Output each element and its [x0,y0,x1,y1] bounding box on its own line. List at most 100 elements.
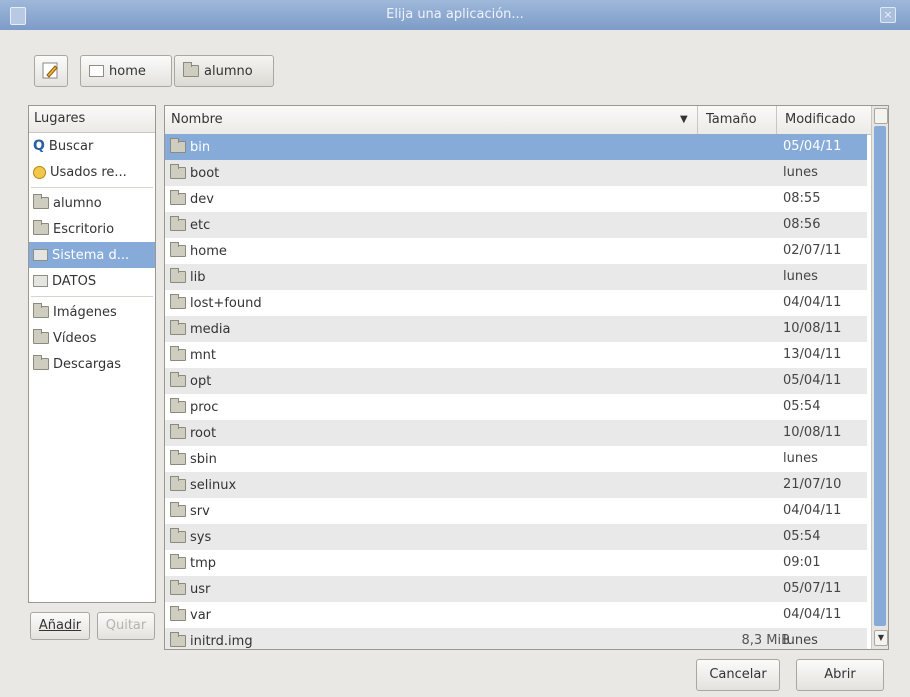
scroll-down-icon[interactable]: ▼ [874,630,888,646]
file-row[interactable]: boot lunes [165,160,867,186]
file-modified: 08:55 [783,191,821,206]
folder-icon [33,194,49,209]
places-separator [31,187,153,188]
places-panel: Lugares Q Buscar Usados re... alumno Escrito… [28,105,156,603]
cancel-button[interactable]: Cancelar [696,659,780,691]
file-name: tmp [190,555,217,571]
file-row[interactable]: selinux 21/07/10 [165,472,867,498]
file-modified: 09:01 [783,555,821,570]
folder-icon [170,476,186,491]
file-row[interactable]: proc 05:54 [165,394,867,420]
scroll-up-icon[interactable] [874,108,888,124]
scrollbar-thumb[interactable] [874,126,886,626]
file-modified: 05/04/11 [783,139,842,154]
title-bar: Elija una aplicación... × [0,0,910,30]
close-icon[interactable]: × [880,7,896,23]
sidebar-item-label: DATOS [52,273,97,289]
file-modified: 10/08/11 [783,321,842,336]
file-modified: 13/04/11 [783,347,842,362]
folder-icon [170,554,186,569]
file-row[interactable]: sbin lunes [165,446,867,472]
file-row[interactable]: root 10/08/11 [165,420,867,446]
file-row[interactable]: mnt 13/04/11 [165,342,867,368]
folder-icon [33,303,49,318]
file-modified: lunes [783,165,818,180]
column-header-name[interactable]: Nombre [171,106,223,134]
file-row[interactable]: media 10/08/11 [165,316,867,342]
file-row[interactable]: lib lunes [165,264,867,290]
folder-icon [170,398,186,413]
drive-icon [33,275,48,287]
sidebar-item-label: Sistema d... [52,247,130,263]
file-modified: 05:54 [783,529,821,544]
file-row[interactable]: sys 05:54 [165,524,867,550]
file-row[interactable]: srv 04/04/11 [165,498,867,524]
sidebar-item[interactable]: Sistema d... [29,242,155,268]
file-row[interactable]: bin 05/04/11 [165,134,867,160]
window-title: Elija una aplicación... [386,7,524,22]
file-modified: 04/04/11 [783,607,842,622]
remove-bookmark-label: Quitar [105,618,147,633]
folder-icon [170,424,186,439]
file-rows: bin 05/04/11 boot lunes dev 08:55 etc 08:56 home… [165,134,867,649]
file-name-cell: tmp [170,550,216,576]
remove-bookmark-button[interactable]: Quitar [97,612,155,640]
sidebar-item[interactable]: Escritorio [29,216,155,242]
file-modified: 02/07/11 [783,243,842,258]
file-list-panel: Nombre ▼ Tamaño Modificado bin 05/04/11 bo… [164,105,889,650]
folder-icon [170,190,186,205]
file-name: bin [190,139,211,155]
file-modified: 04/04/11 [783,503,842,518]
sidebar-item-label: Usados re... [50,164,127,180]
folder-icon [170,372,186,387]
file-row[interactable]: initrd.img 8,3 MiB lunes [165,628,867,649]
file-name: initrd.img [190,633,253,649]
sidebar-item[interactable]: alumno [29,190,155,216]
sidebar-item[interactable]: DATOS [29,268,155,294]
file-name-cell: usr [170,576,210,602]
sidebar-item[interactable]: Usados re... [29,159,155,185]
path-segment-home[interactable]: home [80,55,172,87]
sidebar-item[interactable]: Q Buscar [29,133,155,159]
path-segment-alumno[interactable]: alumno [174,55,274,87]
edit-location-button[interactable] [34,55,68,87]
open-button[interactable]: Abrir [796,659,884,691]
path-segment-label: alumno [204,63,253,79]
sidebar-item-label: Escritorio [53,221,115,237]
file-row[interactable]: tmp 09:01 [165,550,867,576]
file-row[interactable]: lost+found 04/04/11 [165,290,867,316]
sidebar-item[interactable]: Imágenes [29,299,155,325]
sidebar-item[interactable]: Descargas [29,351,155,377]
file-row[interactable]: etc 08:56 [165,212,867,238]
add-bookmark-button[interactable]: Añadir [30,612,90,640]
vertical-scrollbar[interactable]: ▼ [871,106,888,649]
column-header-size[interactable]: Tamaño [706,106,757,134]
folder-icon [170,138,186,153]
sidebar-item-label: Vídeos [53,330,97,346]
file-row[interactable]: dev 08:55 [165,186,867,212]
file-name: etc [190,217,211,233]
file-modified: 05/07/11 [783,581,842,596]
folder-icon [170,346,186,361]
file-name: sbin [190,451,217,467]
file-modified: lunes [783,451,818,466]
cancel-label: Cancelar [709,667,767,682]
file-row[interactable]: usr 05/07/11 [165,576,867,602]
file-row[interactable]: var 04/04/11 [165,602,867,628]
file-name-cell: selinux [170,472,236,498]
column-header-modified[interactable]: Modificado [785,106,856,134]
file-row[interactable]: opt 05/04/11 [165,368,867,394]
sidebar-item-label: Imágenes [53,304,117,320]
file-row[interactable]: home 02/07/11 [165,238,867,264]
file-name: dev [190,191,214,207]
chevron-down-icon[interactable]: ▼ [680,106,688,134]
file-name-cell: lost+found [170,290,262,316]
file-name: lib [190,269,206,285]
folder-icon [33,355,49,370]
sidebar-item[interactable]: Vídeos [29,325,155,351]
folder-icon [170,242,186,257]
file-name: selinux [190,477,237,493]
file-list-header: Nombre ▼ Tamaño Modificado [165,106,888,135]
file-name-cell: proc [170,394,218,420]
sidebar-item-label: alumno [53,195,102,211]
